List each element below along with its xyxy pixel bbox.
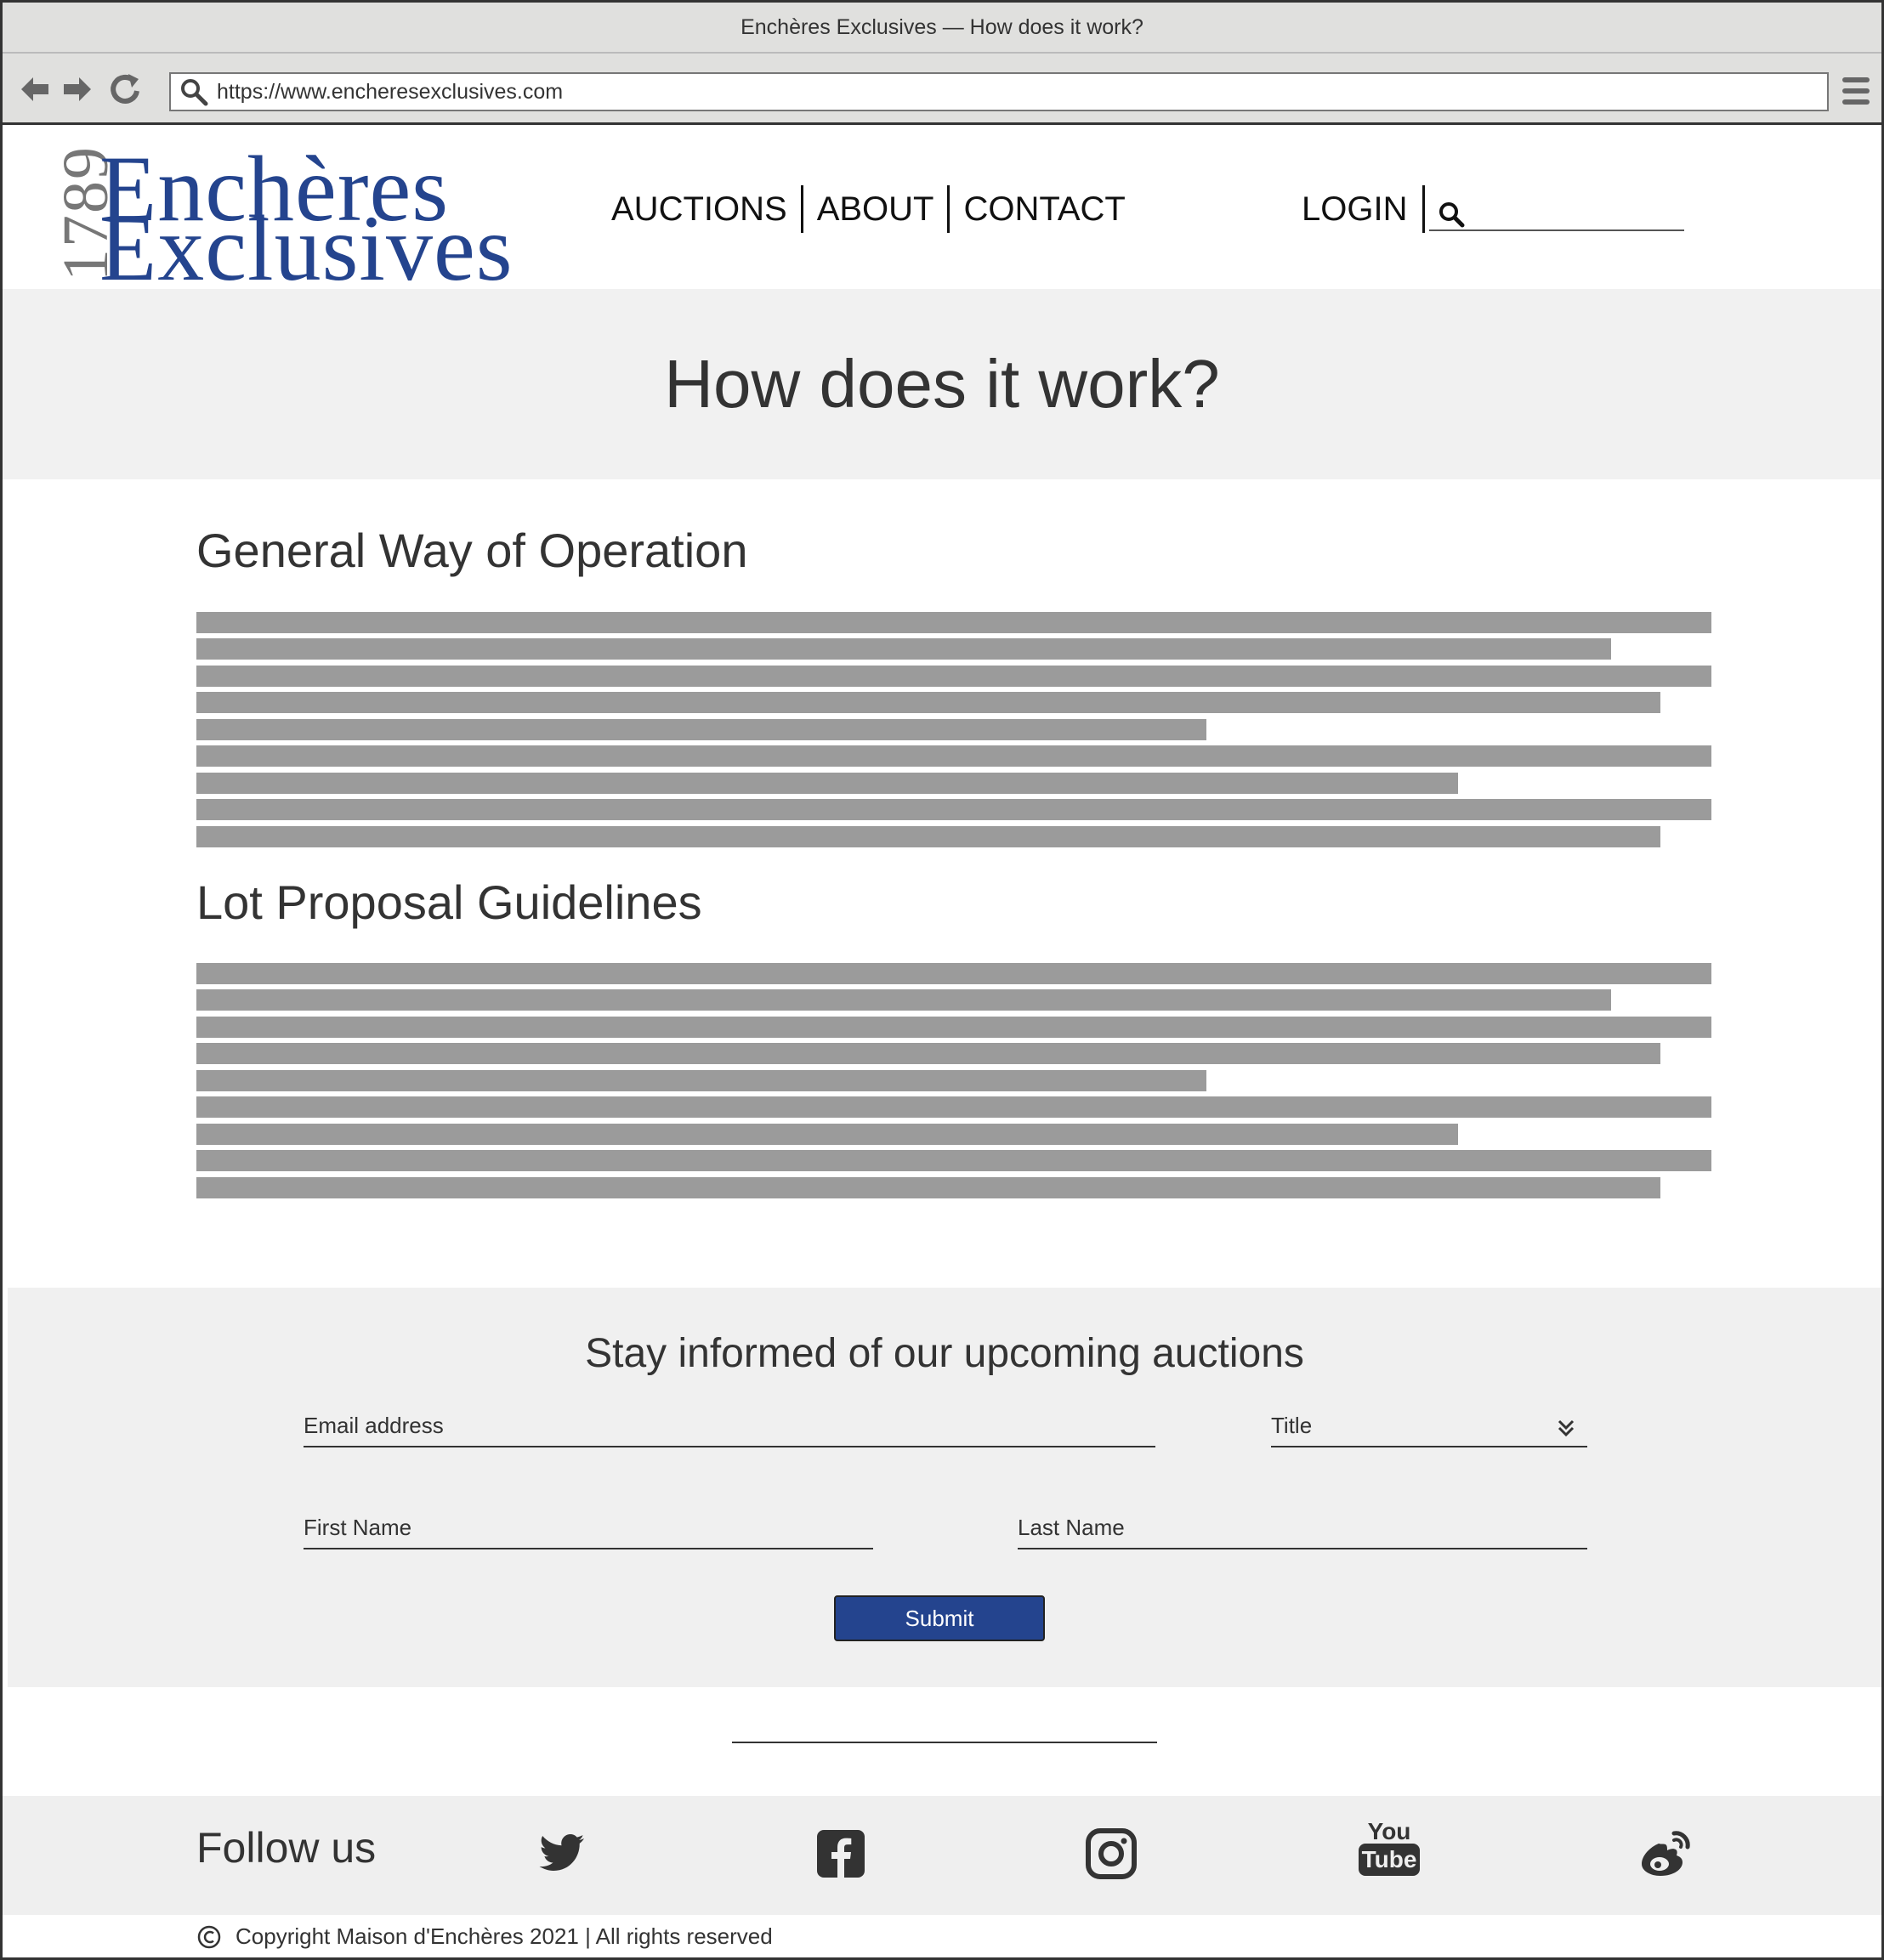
- login-area: LOGIN: [1302, 185, 1437, 233]
- nav-about[interactable]: ABOUT: [817, 190, 934, 229]
- copyright-icon: [197, 1925, 221, 1948]
- window-title: Enchères Exclusives — How does it work?: [741, 14, 1143, 39]
- placeholder-line: [196, 638, 1611, 660]
- copyright-notice: Copyright Maison d'Enchères 2021 | All r…: [196, 1923, 773, 1950]
- page-title: How does it work?: [664, 346, 1220, 422]
- follow-us-label: Follow us: [196, 1824, 377, 1872]
- site-search-input[interactable]: [1429, 192, 1684, 231]
- title-select[interactable]: Title: [1271, 1405, 1587, 1447]
- first-name-field[interactable]: First Name: [304, 1507, 873, 1549]
- address-url: https://www.encheresexclusives.com: [217, 79, 564, 104]
- placeholder-line: [196, 1017, 1711, 1038]
- site-footer: Follow us You Tube: [3, 1796, 1881, 1915]
- section-title-guidelines: Lot Proposal Guidelines: [196, 875, 702, 929]
- placeholder-line: [196, 1096, 1711, 1118]
- back-arrow-icon[interactable]: [16, 71, 54, 108]
- twitter-icon[interactable]: [535, 1827, 589, 1881]
- placeholder-line: [196, 1150, 1711, 1171]
- nav-auctions[interactable]: AUCTIONS: [611, 190, 787, 229]
- email-field-label: Email address: [304, 1413, 444, 1438]
- browser-window: Enchères Exclusives — How does it work? …: [0, 0, 1884, 1960]
- title-select-label: Title: [1271, 1413, 1313, 1438]
- placeholder-line: [196, 1177, 1660, 1198]
- youtube-you-text: You: [1367, 1818, 1411, 1844]
- facebook-icon[interactable]: [814, 1827, 868, 1881]
- newsletter-form: Stay informed of our upcoming auctions E…: [8, 1288, 1881, 1687]
- placeholder-line: [196, 666, 1711, 687]
- newsletter-title: Stay informed of our upcoming auctions: [585, 1331, 1304, 1376]
- placeholder-line: [196, 773, 1458, 794]
- site-header: 1789 Enchères Exclusives AUCTIONS ABOUT …: [3, 127, 1881, 295]
- nav-contact[interactable]: CONTACT: [963, 190, 1125, 229]
- logo-line-2: Exclusives: [99, 196, 514, 300]
- weibo-icon[interactable]: [1635, 1827, 1694, 1881]
- submit-button[interactable]: Submit: [834, 1595, 1045, 1641]
- last-name-label: Last Name: [1018, 1515, 1125, 1540]
- footer-divider: [732, 1742, 1157, 1743]
- last-name-field[interactable]: Last Name: [1018, 1507, 1587, 1549]
- section-title-operation: General Way of Operation: [196, 524, 748, 577]
- placeholder-line: [196, 745, 1711, 767]
- placeholder-line: [196, 692, 1660, 713]
- copyright-text: Copyright Maison d'Enchères 2021 | All r…: [236, 1923, 773, 1949]
- address-bar[interactable]: https://www.encheresexclusives.com: [169, 72, 1829, 111]
- nav-separator: [947, 185, 951, 233]
- youtube-icon[interactable]: You Tube: [1358, 1818, 1421, 1881]
- forward-arrow-icon[interactable]: [59, 71, 96, 108]
- chevron-down-icon: [1558, 1419, 1575, 1437]
- search-icon[interactable]: [1438, 201, 1465, 228]
- nav-separator: [1422, 185, 1426, 233]
- reload-icon[interactable]: [106, 71, 144, 108]
- hamburger-menu-icon[interactable]: [1841, 74, 1871, 108]
- placeholder-line: [196, 1124, 1458, 1145]
- browser-toolbar: https://www.encheresexclusives.com: [3, 54, 1881, 125]
- placeholder-line: [196, 1043, 1660, 1064]
- nav-separator: [800, 185, 803, 233]
- placeholder-line: [196, 612, 1711, 633]
- login-link[interactable]: LOGIN: [1302, 190, 1407, 229]
- instagram-icon[interactable]: [1084, 1827, 1138, 1881]
- window-titlebar: Enchères Exclusives — How does it work?: [3, 3, 1881, 54]
- site-logo[interactable]: 1789 Enchères Exclusives: [47, 139, 582, 295]
- placeholder-line: [196, 963, 1711, 984]
- placeholder-line: [196, 719, 1206, 740]
- search-icon: [181, 79, 208, 106]
- email-field[interactable]: Email address: [304, 1405, 1155, 1447]
- placeholder-line: [196, 826, 1660, 847]
- placeholder-line: [196, 989, 1611, 1011]
- page-hero: How does it work?: [3, 289, 1881, 479]
- first-name-label: First Name: [304, 1515, 412, 1540]
- placeholder-line: [196, 799, 1711, 820]
- main-nav: AUCTIONS ABOUT CONTACT: [611, 185, 1126, 233]
- placeholder-line: [196, 1070, 1206, 1091]
- youtube-tube-text: Tube: [1358, 1844, 1421, 1876]
